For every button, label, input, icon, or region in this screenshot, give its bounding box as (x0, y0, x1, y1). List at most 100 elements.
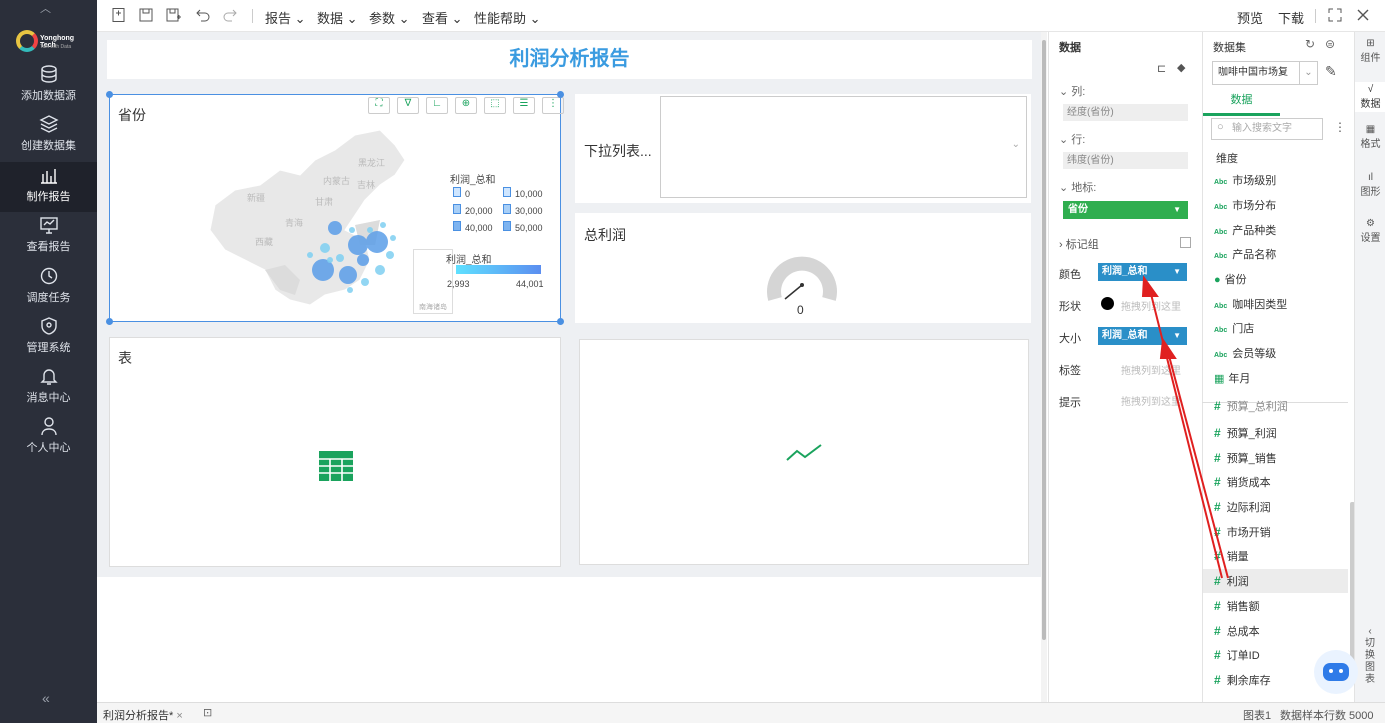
dim-field-date[interactable]: ▦ 年月 (1214, 367, 1250, 391)
menu-view[interactable]: 查看 ⌄ (422, 8, 463, 27)
marks-settings-icon[interactable] (1180, 237, 1191, 248)
undo-icon[interactable] (195, 7, 211, 23)
nav-create-dataset[interactable]: 创建数据集 (0, 114, 97, 164)
calendar-icon: ▦ (1214, 373, 1225, 385)
tab-components[interactable]: ⊞ 组件 (1355, 38, 1385, 64)
total-profit-gauge[interactable]: 总利润 0 (575, 213, 1031, 323)
more-icon[interactable]: ⋮ (542, 97, 564, 114)
dim-field[interactable]: Abc 市场级别 (1214, 169, 1276, 193)
collapse-nav-icon[interactable]: « (42, 690, 50, 706)
nav-admin[interactable]: 管理系统 (0, 316, 97, 366)
measure-field[interactable]: # 销量 (1214, 544, 1249, 568)
dropdown-select[interactable]: ⌄ (660, 96, 1027, 198)
report-tab[interactable]: 利润分析报告* × (103, 707, 183, 723)
refresh-icon[interactable]: ↻ (1305, 37, 1315, 51)
shape-drop-hint[interactable]: 拖拽列到这里 (1121, 298, 1181, 313)
data-icon: √ (1367, 84, 1374, 95)
new-report-icon[interactable] (111, 7, 127, 23)
nav-messages[interactable]: 消息中心 (0, 366, 97, 416)
pane2-title: 数据集 (1213, 42, 1246, 54)
svg-text:青海: 青海 (285, 217, 303, 228)
tab-data-side[interactable]: √ 数据 (1355, 82, 1385, 112)
nav-add-datasource[interactable]: 添加数据源 (0, 64, 97, 114)
database-icon (40, 65, 57, 83)
nav-make-report[interactable]: 制作报告 (0, 162, 97, 212)
measure-field[interactable]: # 边际利润 (1214, 495, 1271, 519)
tab-data[interactable]: 数据 (1203, 90, 1280, 116)
col-field[interactable]: 经度(省份) (1063, 104, 1188, 121)
marks-group-label[interactable]: › 标记组 (1059, 236, 1099, 252)
menu-params[interactable]: 参数 ⌄ (369, 8, 410, 27)
color-field[interactable]: 利润_总和 ▼ (1098, 263, 1187, 281)
preview-button[interactable]: 预览 (1237, 8, 1263, 27)
map-chart[interactable]: 省份 ⛶ ∇ ∟ ⊕ ⬚ ☰ ⋮ 黑龙江 吉林 内蒙古 新疆 青海 西藏 甘肃 (106, 91, 564, 325)
dataset-select[interactable]: 咖啡中国市场复 ⌄ (1212, 61, 1318, 85)
save-icon[interactable] (138, 7, 154, 23)
tab-graphics[interactable]: ıl 图形 (1355, 172, 1385, 198)
nav-schedule[interactable]: 调度任务 (0, 266, 97, 316)
measure-field[interactable]: # 销货成本 (1214, 470, 1271, 494)
select-icon[interactable]: ⬚ (484, 97, 506, 114)
measure-field[interactable]: # 总成本 (1214, 619, 1260, 643)
fullscreen-icon[interactable] (1327, 7, 1343, 23)
nav-view-report[interactable]: 查看报告 (0, 215, 97, 265)
label-drop-hint[interactable]: 拖拽列到这里 (1121, 362, 1181, 377)
download-button[interactable]: 下载 (1278, 8, 1304, 27)
field-search-input[interactable]: 输入搜索文字 (1211, 118, 1323, 140)
geo-field[interactable]: 省份 ▼ (1063, 201, 1188, 219)
tab-format[interactable]: ▦ 格式 (1355, 124, 1385, 150)
dim-field-geo[interactable]: ● 省份 (1214, 268, 1247, 292)
table-component[interactable]: 表 (109, 337, 561, 567)
line-chart-component[interactable] (579, 339, 1029, 565)
switch-chart-button[interactable]: ‹ 切换图表 (1363, 626, 1377, 686)
link-icon[interactable]: ⊜ (1325, 37, 1335, 51)
measure-field-partial[interactable]: # 预算_总利润 (1214, 398, 1288, 414)
bell-icon (39, 369, 58, 385)
size-field[interactable]: 利润_总和 ▼ (1098, 327, 1187, 345)
tab-settings[interactable]: ⚙ 设置 (1355, 218, 1385, 244)
measure-field-profit[interactable]: # 利润 (1214, 569, 1249, 593)
chevron-down-icon: ⌄ (1011, 139, 1020, 150)
eraser-icon[interactable]: ◆ (1177, 61, 1185, 74)
dim-field[interactable]: Abc 会员等级 (1214, 342, 1276, 366)
dim-field[interactable]: Abc 市场分布 (1214, 194, 1276, 218)
canvas-scrollbar[interactable] (1042, 40, 1046, 640)
assistant-button[interactable] (1314, 650, 1358, 694)
save-as-icon[interactable] (165, 7, 181, 23)
swap-axes-icon[interactable]: ⊏ (1157, 62, 1166, 75)
more-options-icon[interactable]: ⋮ (1334, 120, 1346, 134)
list-icon[interactable]: ☰ (513, 97, 535, 114)
menu-data[interactable]: 数据 ⌄ (317, 8, 358, 27)
dim-field[interactable]: Abc 咖啡因类型 (1214, 293, 1287, 317)
chevron-up-icon[interactable]: ︿ (40, 0, 51, 16)
nav-profile[interactable]: 个人中心 (0, 416, 97, 466)
expand-icon[interactable]: ⛶ (368, 97, 390, 114)
measure-field[interactable]: # 剩余库存 (1214, 668, 1271, 692)
measure-field[interactable]: # 预算_利润 (1214, 421, 1277, 445)
dim-field[interactable]: Abc 产品种类 (1214, 219, 1276, 243)
svg-text:内蒙古: 内蒙古 (323, 175, 350, 186)
row-field[interactable]: 纬度(省份) (1063, 152, 1188, 169)
menu-report[interactable]: 报告 ⌄ (265, 8, 306, 27)
menu-performance-help[interactable]: 性能帮助 ⌄ (474, 8, 541, 27)
tip-drop-hint[interactable]: 拖拽列到这里 (1121, 393, 1181, 408)
measure-field[interactable]: # 市场开销 (1214, 520, 1271, 544)
redo-icon[interactable] (222, 7, 238, 23)
measure-field[interactable]: # 预算_销售 (1214, 446, 1277, 470)
close-icon[interactable] (1355, 7, 1371, 23)
chart-icon (40, 169, 57, 184)
axis-icon[interactable]: ∟ (426, 97, 448, 114)
filter-icon[interactable]: ∇ (397, 97, 419, 114)
format-icon: ▦ (1365, 124, 1376, 135)
measure-field[interactable]: # 销售额 (1214, 594, 1260, 618)
shape-dot[interactable] (1101, 297, 1114, 310)
zoom-icon[interactable]: ⊕ (455, 97, 477, 114)
clock-icon (40, 267, 57, 285)
dim-field[interactable]: Abc 门店 (1214, 317, 1254, 341)
dim-field[interactable]: Abc 产品名称 (1214, 243, 1276, 267)
add-tab-icon[interactable]: ⊡ (203, 706, 212, 719)
report-title[interactable]: 利润分析报告 (107, 40, 1032, 79)
user-icon (40, 417, 57, 436)
edit-dataset-icon[interactable]: ✎ (1325, 63, 1337, 80)
measure-field[interactable]: # 订单ID (1214, 643, 1260, 667)
